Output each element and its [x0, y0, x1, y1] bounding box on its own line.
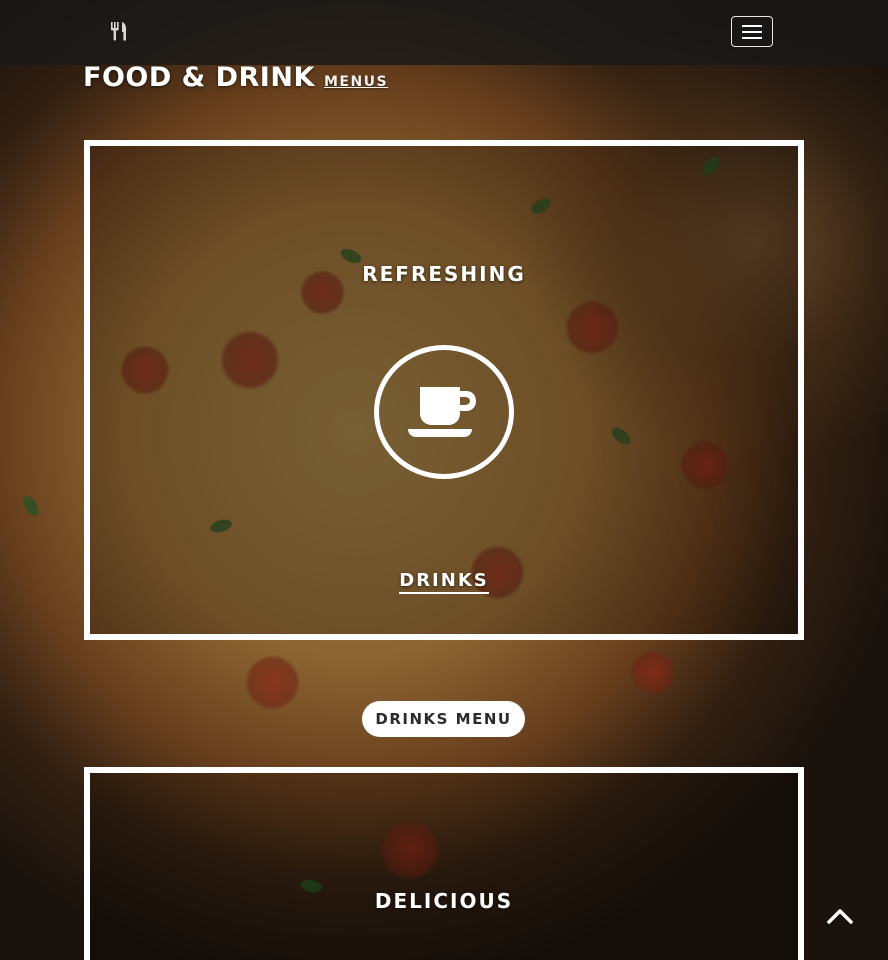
- hamburger-bar: [742, 31, 762, 33]
- utensils-icon[interactable]: [108, 20, 130, 42]
- page-title: FOOD & DRINK: [83, 62, 315, 93]
- food-card[interactable]: DELICIOUS: [84, 767, 804, 960]
- topping-decoration: [245, 655, 300, 710]
- top-navbar: [0, 0, 888, 65]
- drinks-menu-button[interactable]: DRINKS MENU: [362, 701, 525, 737]
- drinks-card[interactable]: REFRESHING DRINKS: [84, 140, 804, 640]
- coffee-cup-icon: [374, 345, 514, 479]
- menus-link[interactable]: MENUS: [324, 74, 388, 90]
- back-to-top-button[interactable]: [826, 902, 854, 930]
- hamburger-menu-button[interactable]: [731, 16, 773, 47]
- topping-decoration: [630, 650, 675, 695]
- drinks-link-wrapper: DRINKS: [90, 570, 798, 594]
- food-card-heading: DELICIOUS: [374, 889, 514, 913]
- hamburger-menu-icon: [742, 25, 762, 27]
- hamburger-bar: [742, 37, 762, 39]
- drinks-link[interactable]: DRINKS: [399, 570, 489, 594]
- drinks-card-heading: REFRESHING: [362, 262, 526, 286]
- chevron-up-icon: [827, 909, 853, 924]
- page-heading: FOOD & DRINK MENUS: [83, 62, 388, 93]
- herb-decoration: [20, 493, 42, 519]
